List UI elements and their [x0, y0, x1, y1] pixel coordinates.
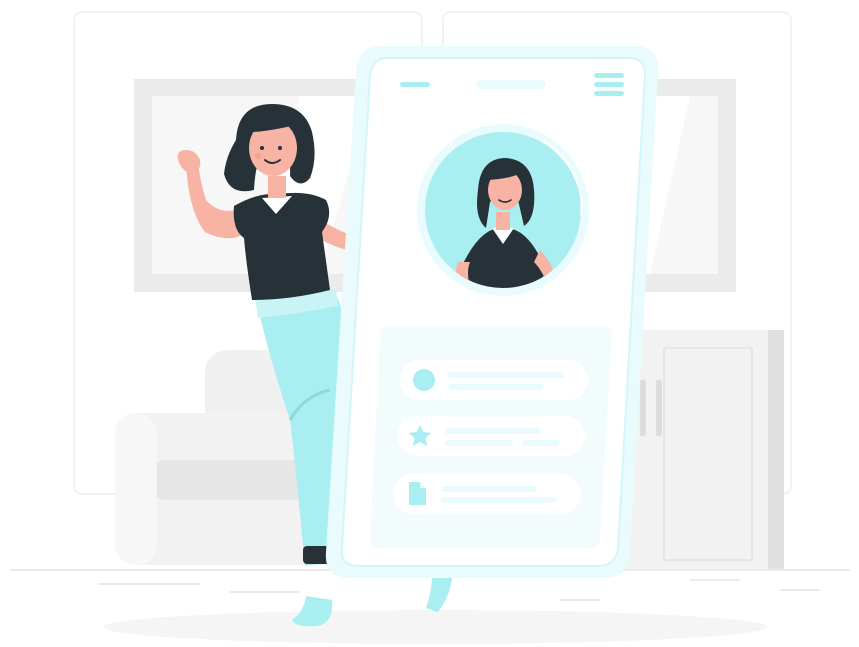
profile-list-card [370, 326, 612, 548]
list-item[interactable] [400, 360, 588, 400]
woman-right-foot [426, 574, 452, 612]
floor-shadow [103, 610, 767, 644]
illustration-scene [10, 11, 850, 644]
floor-dashes [98, 579, 820, 601]
back-dash-icon[interactable] [400, 82, 430, 87]
list-item[interactable] [397, 416, 585, 456]
title-pill-icon [476, 80, 546, 89]
hamburger-menu-icon[interactable] [594, 73, 624, 96]
cabinet [620, 330, 784, 570]
list-item[interactable] [393, 474, 581, 514]
smartphone [325, 46, 659, 578]
circle-icon [413, 369, 435, 391]
